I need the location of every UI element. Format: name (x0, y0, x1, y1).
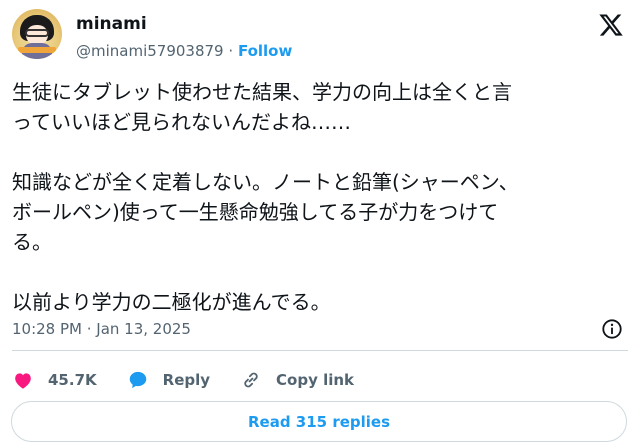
heart-icon (15, 373, 31, 389)
read-replies-button[interactable]: Read 315 replies (11, 401, 627, 442)
like-button[interactable]: 45.7K (12, 369, 97, 391)
copy-link-button[interactable]: Copy link (240, 369, 354, 391)
reply-label: Reply (162, 371, 211, 389)
handle-separator: · (228, 42, 234, 60)
tweet-timestamp[interactable]: 10:28 PM · Jan 13, 2025 (12, 318, 191, 340)
tweet-text: 生徒にタブレット使わせた結果、学力の向上は全くと言 っていいほど見られないんだよ… (12, 80, 519, 314)
handle-row: @minami57903879 · Follow (76, 41, 292, 61)
author-handle[interactable]: @minami57903879 (76, 42, 224, 60)
tweet-card: minami @minami57903879 · Follow 生徒にタブレット… (0, 0, 640, 448)
avatar-glasses (25, 29, 49, 37)
reply-bubble-icon (129, 371, 146, 389)
author-name[interactable]: minami (76, 13, 147, 35)
avatar[interactable] (12, 9, 62, 59)
follow-button[interactable]: Follow (238, 42, 292, 60)
info-icon[interactable] (601, 318, 623, 340)
copy-link-label: Copy link (276, 371, 355, 389)
avatar-tag (18, 47, 56, 53)
action-bar: 45.7K Reply Copy link (12, 364, 384, 396)
x-logo-icon[interactable] (598, 12, 624, 38)
likes-count: 45.7K (48, 371, 97, 389)
reply-button[interactable]: Reply (127, 369, 210, 391)
divider (12, 350, 628, 351)
link-icon (244, 372, 258, 388)
